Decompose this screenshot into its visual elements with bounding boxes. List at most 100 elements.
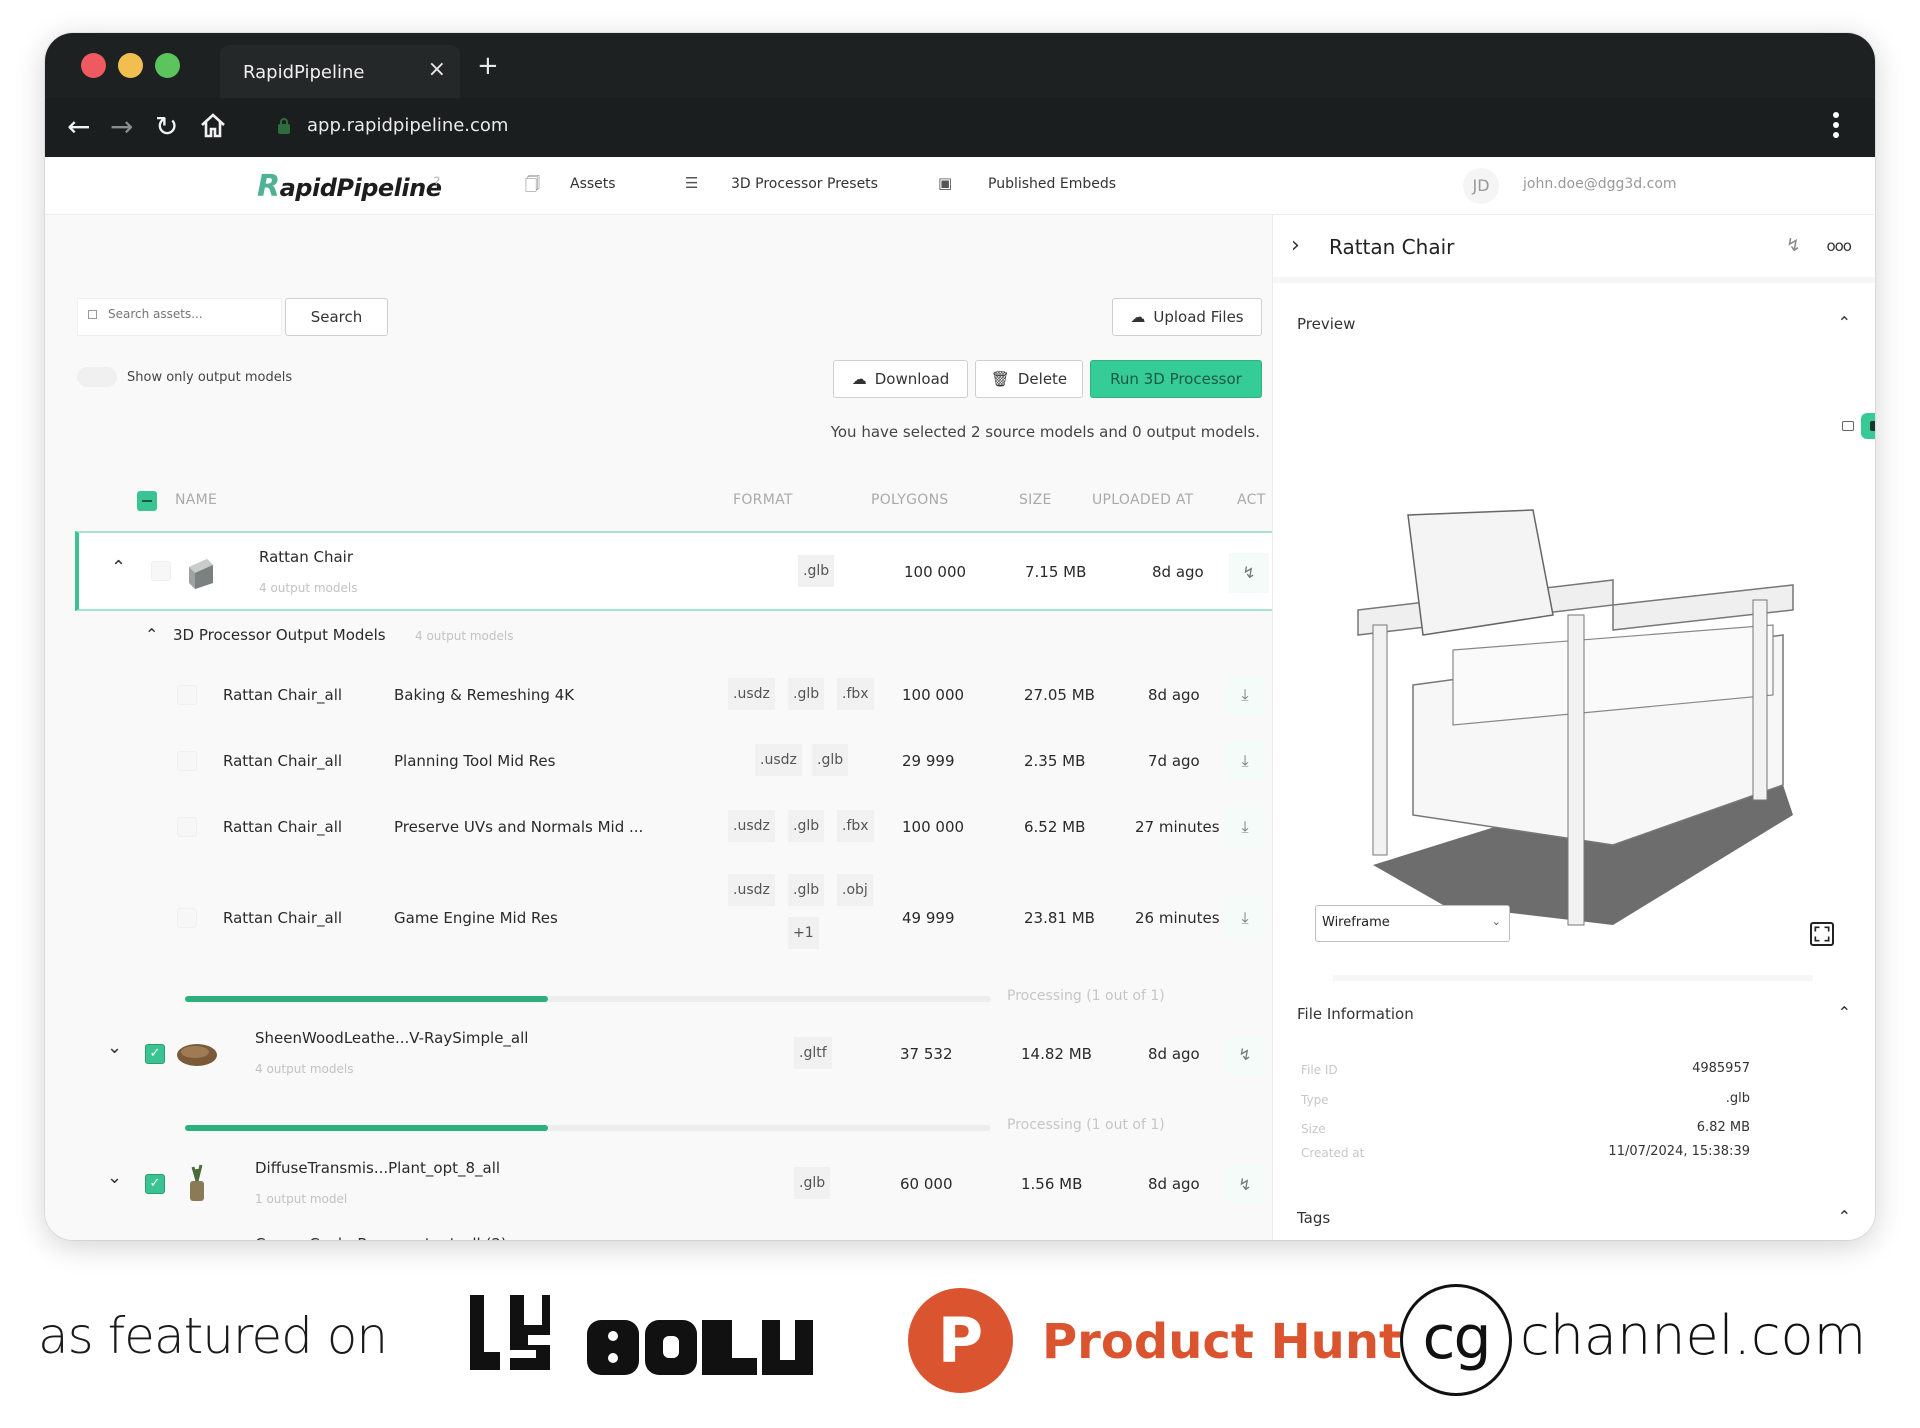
help-icon[interactable]: ? [433, 175, 440, 191]
download-icon[interactable]: ⤓ [1225, 807, 1265, 847]
column-size[interactable]: SIZE [1019, 492, 1052, 508]
asset-output-count: 1 output model [255, 1192, 348, 1206]
asset-uploaded: 8d ago [1148, 1045, 1200, 1063]
lightning-icon[interactable]: ↯ [1786, 235, 1801, 256]
producthunt-logo: P [908, 1288, 1013, 1393]
lock-icon [278, 118, 290, 134]
outputs-collapse-icon[interactable]: ⌃ [145, 625, 158, 644]
row-checkbox[interactable] [177, 817, 197, 837]
output-row[interactable]: Rattan Chair_all Preserve UVs and Normal… [75, 797, 1272, 857]
lightning-icon[interactable]: ↯ [1225, 1165, 1265, 1205]
3d-view-icon[interactable] [1861, 413, 1875, 439]
table-row[interactable]: ⌃ Rattan Chair 4 output models .glb 100 … [75, 531, 1272, 611]
output-polygons: 100 000 [902, 686, 965, 704]
show-output-models-toggle[interactable] [77, 367, 117, 387]
output-uploaded: 7d ago [1148, 752, 1200, 770]
select-all-checkbox[interactable] [137, 491, 157, 511]
output-row[interactable]: Rattan Chair_all Game Engine Mid Res .us… [75, 863, 1272, 973]
more-options-icon[interactable]: ooo [1826, 237, 1852, 255]
file-info-collapse-icon[interactable]: ⌃ [1838, 1003, 1851, 1022]
row-checkbox[interactable]: ✓ [145, 1044, 165, 1064]
row-checkbox[interactable] [177, 751, 197, 771]
more-formats-chip[interactable]: +1 [788, 917, 819, 949]
view-mode-select[interactable]: Wireframe ⌄ [1315, 905, 1510, 942]
rapidpipeline-logo[interactable]: RapidPipeline [257, 169, 442, 204]
output-preset: Preserve UVs and Normals Mid ... [394, 818, 644, 836]
reload-icon[interactable]: ↻ [155, 110, 178, 144]
back-icon[interactable]: ← [67, 110, 90, 144]
nav-assets[interactable]: Assets [570, 176, 616, 192]
output-name[interactable]: Rattan Chair_all [223, 818, 342, 836]
asset-name[interactable]: SheenWoodLeathe...V-RaySimple_all [255, 1029, 528, 1047]
3d-model-viewer[interactable] [1313, 485, 1813, 935]
column-name[interactable]: NAME [175, 492, 217, 508]
preview-collapse-icon[interactable]: ⌃ [1838, 313, 1851, 332]
nav-3d-processor-presets[interactable]: 3D Processor Presets [731, 176, 878, 192]
row-checkbox[interactable] [151, 561, 171, 581]
download-button[interactable]: ☁ Download [833, 360, 968, 398]
column-polygons[interactable]: POLYGONS [871, 492, 949, 508]
close-window-button[interactable] [81, 53, 106, 78]
file-id-value: 4985957 [1692, 1061, 1750, 1076]
table-row[interactable]: ⌄ ✓ DiffuseTransmis...Plant_opt_8_all 1 … [75, 1145, 1272, 1225]
lightning-icon[interactable]: ↯ [1229, 553, 1269, 593]
output-name[interactable]: Rattan Chair_all [223, 752, 342, 770]
avatar[interactable]: JD [1463, 168, 1499, 204]
output-name[interactable]: Rattan Chair_all [223, 686, 342, 704]
row-checkbox[interactable] [177, 908, 197, 928]
format-chip: .glb [798, 555, 835, 587]
details-title: Rattan Chair [1329, 235, 1455, 259]
output-name[interactable]: Rattan Chair_all [223, 909, 342, 927]
row-checkbox[interactable]: ✓ [145, 1174, 165, 1194]
collapse-chevron-icon[interactable]: ⌃ [111, 557, 126, 578]
asset-name[interactable]: Rattan Chair [259, 548, 353, 566]
column-uploaded-at[interactable]: UPLOADED AT [1092, 492, 1194, 508]
format-chip: .fbx [837, 678, 874, 710]
lightning-icon[interactable]: ↯ [1225, 1035, 1265, 1075]
run-3d-processor-button[interactable]: Run 3D Processor [1090, 360, 1262, 398]
row-checkbox[interactable] [177, 685, 197, 705]
chevron-right-icon[interactable]: › [1291, 233, 1300, 258]
download-icon[interactable]: ⤓ [1225, 675, 1265, 715]
asset-name[interactable]: CopperCoals_Rap...-output_all (2) [255, 1235, 507, 1240]
url-field[interactable]: app.rapidpipeline.com [307, 115, 508, 136]
asset-name[interactable]: DiffuseTransmis...Plant_opt_8_all [255, 1159, 500, 1177]
format-chip: .obj [837, 874, 873, 906]
table-row[interactable]: ⌄ ✓ SheenWoodLeathe...V-RaySimple_all 4 … [75, 1015, 1272, 1095]
type-value: .glb [1725, 1091, 1750, 1106]
forward-icon[interactable]: → [110, 110, 133, 144]
search-button[interactable]: Search [285, 298, 388, 336]
table-row[interactable]: CopperCoals_Rap...-output_all (2) [75, 1235, 1272, 1240]
output-row[interactable]: Rattan Chair_all Baking & Remeshing 4K .… [75, 665, 1272, 725]
download-icon[interactable]: ⤓ [1225, 898, 1265, 938]
divider [1333, 975, 1813, 981]
output-row[interactable]: Rattan Chair_all Planning Tool Mid Res .… [75, 731, 1272, 791]
download-icon[interactable]: ⤓ [1225, 741, 1265, 781]
browser-tab[interactable]: RapidPipeline × [220, 45, 460, 98]
expand-chevron-icon[interactable]: ⌄ [107, 1167, 122, 1188]
browser-menu-icon[interactable] [1833, 112, 1841, 142]
search-input[interactable] [108, 307, 273, 321]
asset-polygons: 60 000 [900, 1175, 953, 1193]
maximize-window-button[interactable] [155, 53, 180, 78]
delete-button[interactable]: 🗑 Delete [975, 360, 1083, 398]
asset-size: 14.82 MB [1021, 1045, 1092, 1063]
column-format[interactable]: FORMAT [733, 492, 793, 508]
trash-icon: 🗑 [990, 370, 1010, 388]
search-box[interactable] [77, 298, 282, 336]
minimize-window-button[interactable] [118, 53, 143, 78]
asset-size: 7.15 MB [1025, 563, 1087, 581]
upload-files-button[interactable]: ☁ Upload Files [1112, 298, 1262, 336]
tags-collapse-icon[interactable]: ⌃ [1838, 1207, 1851, 1226]
output-preset: Game Engine Mid Res [394, 909, 558, 927]
close-tab-icon[interactable]: × [428, 57, 446, 82]
user-email[interactable]: john.doe@dgg3d.com [1523, 176, 1677, 192]
asset-size: 1.56 MB [1021, 1175, 1083, 1193]
fullscreen-icon[interactable] [1810, 922, 1834, 946]
image-view-icon[interactable] [1842, 421, 1854, 431]
expand-chevron-icon[interactable]: ⌄ [107, 1037, 122, 1058]
home-icon[interactable] [198, 110, 228, 148]
new-tab-button[interactable]: + [477, 51, 499, 81]
producthunt-text: Product Hunt [1042, 1314, 1402, 1370]
nav-published-embeds[interactable]: Published Embeds [988, 176, 1116, 192]
